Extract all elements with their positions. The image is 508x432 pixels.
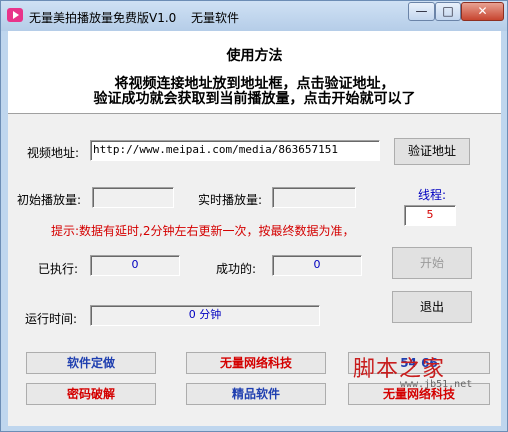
instructions-panel: 使用方法 将视频连接地址放到地址框，点击验证地址， 验证成功就会获取到当前播放量… — [8, 31, 501, 114]
start-button[interactable]: 开始 — [392, 247, 472, 279]
maximize-button[interactable]: □ — [435, 2, 461, 21]
executed-field: 0 — [90, 255, 180, 276]
thread-input[interactable]: 5 — [404, 205, 456, 226]
company-link-1[interactable]: 无量网络科技 — [186, 352, 326, 374]
executed-label: 已执行: — [38, 262, 79, 276]
thread-label: 线程: — [418, 188, 447, 202]
minimize-button[interactable]: — — [408, 2, 435, 21]
realtime-count-field — [272, 187, 356, 208]
title-bar[interactable]: 无量美拍播放量免费版V1.0 无量软件 — □ ✕ — [1, 1, 507, 31]
initial-count-field — [92, 187, 174, 208]
boutique-software-link[interactable]: 精品软件 — [186, 383, 326, 405]
app-play-icon — [7, 8, 23, 22]
url-label: 视频地址: — [27, 146, 80, 160]
url-input[interactable]: http://www.meipai.com/media/863657151 — [90, 140, 380, 161]
runtime-field: 0 分钟 — [90, 305, 320, 326]
custom-software-link[interactable]: 软件定做 — [26, 352, 156, 374]
exit-button[interactable]: 退出 — [392, 291, 472, 323]
password-crack-link[interactable]: 密码破解 — [26, 383, 156, 405]
client-area: 使用方法 将视频连接地址放到地址框，点击验证地址， 验证成功就会获取到当前播放量… — [8, 31, 501, 426]
window-vendor: 无量软件 — [191, 11, 240, 25]
instructions-line-2: 验证成功就会获取到当前播放量，点击开始就可以了 — [93, 91, 416, 107]
success-field: 0 — [272, 255, 362, 276]
realtime-count-label: 实时播放量: — [198, 193, 263, 207]
hint-text: 提示:数据有延时,2分钟左右更新一次，按最终数据为准， — [51, 224, 355, 238]
success-label: 成功的: — [216, 262, 257, 276]
minimize-icon: — — [415, 4, 428, 18]
initial-count-label: 初始播放量: — [17, 193, 82, 207]
close-button[interactable]: ✕ — [461, 2, 504, 21]
window-title: 无量美拍播放量免费版V1.0 — [29, 11, 177, 25]
watermark-url: www.jb51.net — [400, 379, 473, 390]
close-icon: ✕ — [477, 4, 488, 18]
instructions-heading: 使用方法 — [226, 48, 283, 64]
app-window: 无量美拍播放量免费版V1.0 无量软件 — □ ✕ 使用方法 将视频连接地址放到… — [0, 0, 508, 432]
maximize-icon: □ — [442, 4, 454, 18]
runtime-label: 运行时间: — [25, 312, 78, 326]
verify-button[interactable]: 验证地址 — [394, 138, 470, 165]
